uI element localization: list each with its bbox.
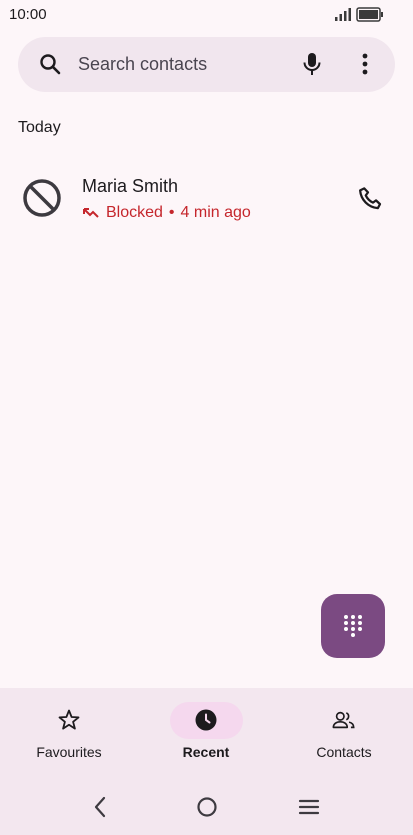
call-time: 4 min ago	[180, 204, 251, 221]
section-heading-today: Today	[18, 119, 61, 136]
microphone-icon[interactable]	[300, 51, 324, 77]
nav-item-favourites[interactable]: Favourites	[0, 688, 138, 778]
nav-label-contacts: Contacts	[316, 744, 372, 760]
star-icon	[58, 709, 80, 730]
call-details: Blocked • 4 min ago	[82, 204, 251, 222]
phone-call-icon[interactable]	[356, 184, 386, 214]
system-navigation	[0, 790, 413, 824]
bottom-navigation: Favourites Recent Contacts	[0, 688, 413, 835]
contact-name: Maria Smith	[82, 176, 179, 196]
call-log-row[interactable]: Maria Smith Blocked • 4 min ago	[0, 160, 413, 236]
back-icon[interactable]	[92, 795, 108, 819]
signal-icon	[335, 8, 351, 21]
search-bar[interactable]: Search contacts	[18, 37, 395, 92]
battery-icon	[356, 7, 383, 22]
recents-menu-icon[interactable]	[298, 798, 320, 816]
nav-label-recent: Recent	[182, 744, 230, 760]
blocked-icon	[23, 179, 61, 217]
call-separator: •	[168, 204, 175, 221]
nav-item-recent[interactable]: Recent	[137, 688, 275, 778]
status-time: 10:00	[9, 6, 47, 23]
dialpad-button[interactable]	[321, 594, 385, 658]
more-options-icon[interactable]	[353, 51, 377, 77]
home-icon[interactable]	[196, 796, 218, 818]
clock-icon	[195, 709, 217, 731]
dialpad-icon	[344, 615, 362, 637]
call-status: Blocked	[106, 204, 163, 221]
search-icon	[40, 54, 61, 75]
people-icon	[332, 711, 355, 729]
search-input[interactable]: Search contacts	[78, 54, 207, 75]
nav-label-favourites: Favourites	[36, 744, 102, 760]
missed-call-icon	[83, 208, 99, 218]
status-bar: 10:00	[0, 0, 413, 30]
nav-item-contacts[interactable]: Contacts	[275, 688, 413, 778]
